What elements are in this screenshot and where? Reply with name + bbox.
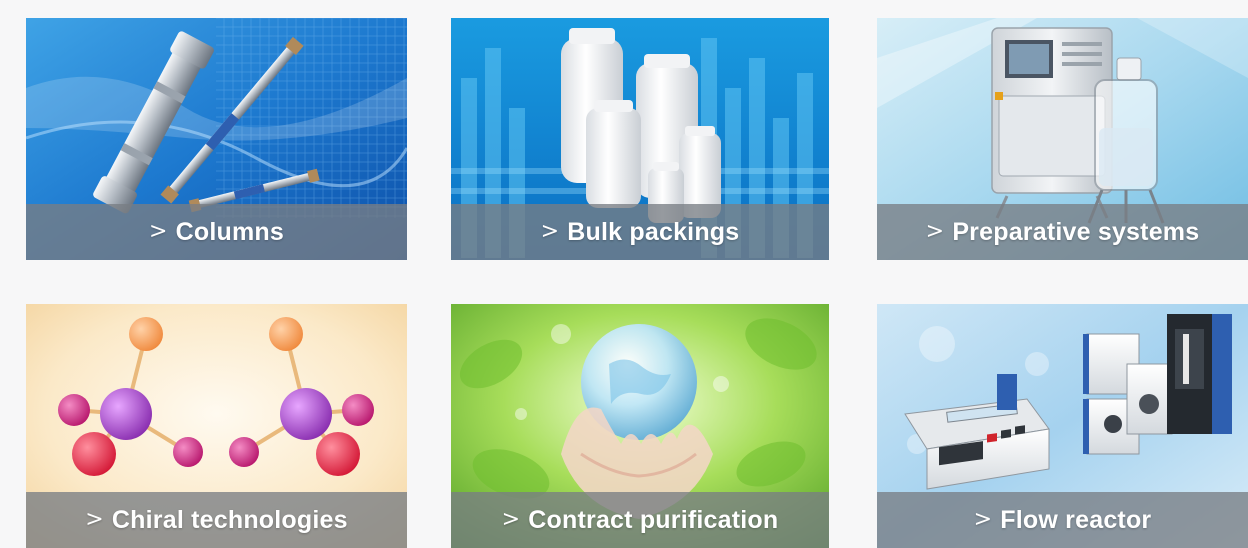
tile-label: Contract purification [528, 505, 779, 534]
chevron-right-icon: > [149, 218, 168, 244]
tile-caption: > Contract purification [451, 492, 829, 548]
tile-label: Flow reactor [1000, 505, 1152, 534]
tile-label: Bulk packings [567, 217, 740, 246]
product-category-grid: > Columns > Bulk packings > Preparative … [0, 0, 1248, 548]
tile-caption: > Columns [26, 204, 407, 260]
chevron-right-icon: > [540, 218, 560, 244]
tile-label: Chiral technologies [111, 505, 348, 534]
tile-label: Columns [175, 217, 284, 246]
chevron-right-icon: > [85, 506, 104, 532]
tile-bulk-packings[interactable]: > Bulk packings [451, 18, 829, 260]
tile-chiral-technologies[interactable]: > Chiral technologies [26, 304, 407, 548]
tile-contract-purification[interactable]: > Contract purification [451, 304, 829, 548]
tile-flow-reactor[interactable]: > Flow reactor [877, 304, 1248, 548]
tile-columns[interactable]: > Columns [26, 18, 407, 260]
tile-caption: > Preparative systems [877, 204, 1248, 260]
tile-label: Preparative systems [952, 217, 1200, 246]
tile-caption: > Bulk packings [451, 204, 829, 260]
tile-preparative-systems[interactable]: > Preparative systems [877, 18, 1248, 260]
tile-caption: > Flow reactor [877, 492, 1248, 548]
chevron-right-icon: > [925, 218, 945, 244]
chevron-right-icon: > [973, 506, 993, 532]
tile-caption: > Chiral technologies [26, 492, 407, 548]
chevron-right-icon: > [501, 506, 521, 532]
